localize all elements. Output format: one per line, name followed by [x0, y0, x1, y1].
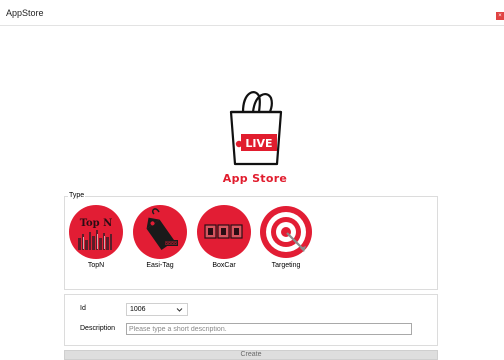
- target-icon: [260, 206, 312, 258]
- close-button[interactable]: ×: [496, 12, 504, 20]
- app-tile-targeting[interactable]: Targeting: [256, 204, 316, 276]
- app-label-boxcar: BoxCar: [212, 262, 236, 269]
- create-button[interactable]: Create: [64, 350, 438, 360]
- app-label-easi-tag: Easi-Tag: [146, 262, 174, 269]
- close-icon: ×: [498, 13, 502, 19]
- description-input[interactable]: [126, 323, 412, 335]
- app-label-targeting: Targeting: [271, 262, 301, 269]
- type-legend: Type: [68, 192, 86, 199]
- app-store-caption: App Store: [222, 172, 288, 185]
- id-dropdown-value: 1006: [130, 306, 146, 313]
- chevron-down-icon: [176, 308, 183, 312]
- description-label: Description: [80, 325, 116, 332]
- boxcar-icon: [197, 205, 251, 259]
- app-label-topn: TopN: [87, 262, 105, 269]
- easi-tag-art-text: 8888: [165, 241, 177, 247]
- form-group: [64, 294, 438, 346]
- id-label: Id: [80, 305, 86, 312]
- app-store-logo: LIVE: [229, 91, 283, 166]
- app-tile-easi-tag[interactable]: 8888 Easi-Tag: [130, 204, 190, 276]
- window-title: AppStore: [6, 8, 44, 18]
- title-bar: AppStore ×: [0, 0, 504, 26]
- app-tile-boxcar[interactable]: BoxCar: [194, 204, 254, 276]
- app-tile-topn[interactable]: Top N TopN: [66, 204, 126, 276]
- topn-icon: Top N: [69, 205, 123, 259]
- topn-art-text: Top N: [80, 218, 113, 229]
- price-tag-icon: 8888: [133, 205, 187, 259]
- id-dropdown[interactable]: 1006: [126, 303, 188, 316]
- live-badge: LIVE: [245, 137, 272, 150]
